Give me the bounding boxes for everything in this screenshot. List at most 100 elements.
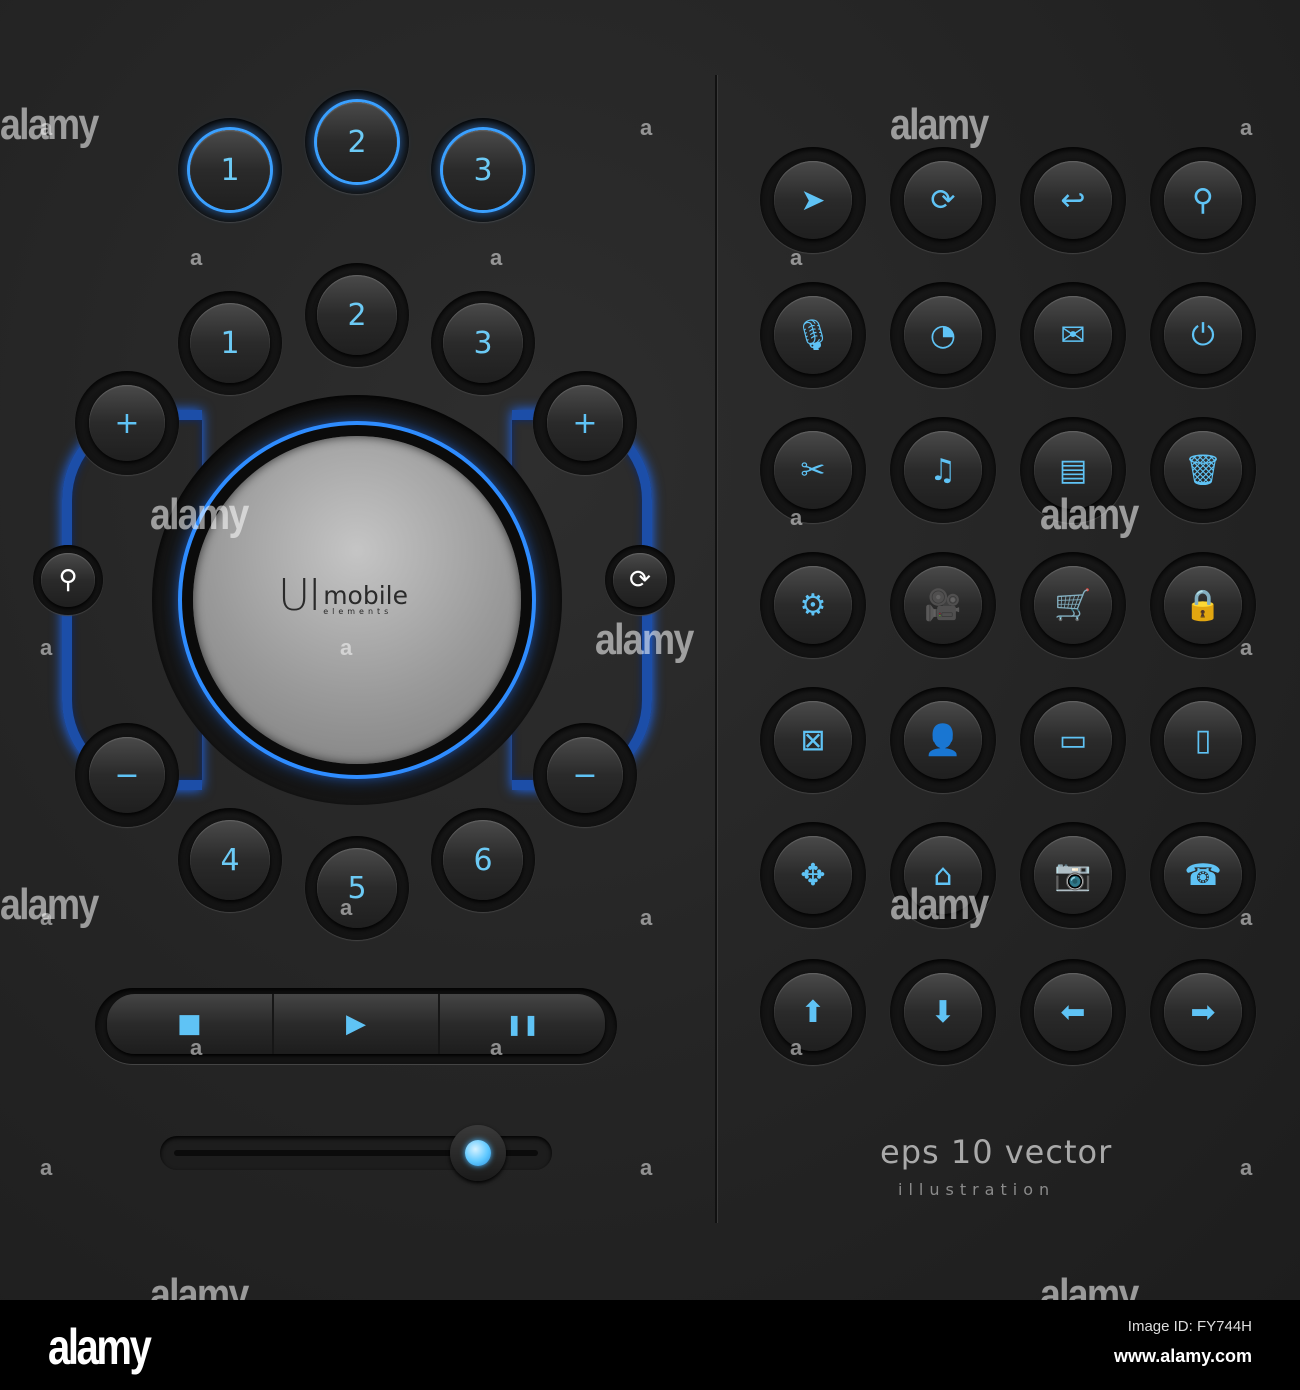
gear-button[interactable]: ⚙ bbox=[760, 552, 866, 658]
music-button[interactable]: ♫ bbox=[890, 417, 996, 523]
zoom-out-minus-button[interactable]: − bbox=[75, 723, 179, 827]
watermark-mark: a bbox=[190, 1035, 203, 1060]
watermark-text: alamy bbox=[595, 615, 694, 664]
arrow-left-button[interactable]: ⬅ bbox=[1020, 959, 1126, 1065]
arrow-down-button-face: ⬇ bbox=[904, 973, 982, 1051]
undo-button[interactable]: ↩ bbox=[1020, 147, 1126, 253]
microphone-button[interactable]: 🎙 bbox=[760, 282, 866, 388]
search-button-face: ⚲ bbox=[41, 553, 95, 607]
watermark-text: alamy bbox=[1040, 490, 1139, 539]
number-6-key-label: 6 bbox=[473, 842, 493, 878]
mail-icon: ✉ bbox=[1060, 317, 1086, 353]
zoom-out-minus-icon: − bbox=[572, 757, 598, 793]
watermark-mark: a bbox=[640, 115, 653, 140]
power-button[interactable]: ⏻ bbox=[1150, 282, 1256, 388]
video-camera-button[interactable]: 🎥 bbox=[890, 552, 996, 658]
number-5-key-face: 5 bbox=[317, 848, 397, 928]
move-icon: ✥ bbox=[800, 857, 826, 893]
arrow-right-button[interactable]: ➡ bbox=[1150, 959, 1256, 1065]
gear-button-face: ⚙ bbox=[774, 566, 852, 644]
number-3-glow-button-label[interactable]: 3 bbox=[431, 118, 535, 222]
camera-button[interactable]: 📷 bbox=[1020, 822, 1126, 928]
fullscreen-button-face: ⊠ bbox=[774, 701, 852, 779]
undo-button-face: ↩ bbox=[1034, 161, 1112, 239]
number-1-key[interactable]: 1 bbox=[178, 291, 282, 395]
pause-button[interactable]: ❚❚ bbox=[440, 994, 605, 1054]
zoom-out-minus-button-face: − bbox=[89, 737, 165, 813]
fullscreen-button[interactable]: ⊠ bbox=[760, 687, 866, 793]
user-icon: 👤 bbox=[924, 722, 962, 758]
battery-button[interactable]: ▭ bbox=[1020, 687, 1126, 793]
document-icon: ▤ bbox=[1058, 452, 1088, 488]
number-3-glow-button-label-face: 3 bbox=[443, 130, 523, 210]
watermark-mark: a bbox=[490, 245, 503, 270]
refresh-button[interactable]: ⟳ bbox=[890, 147, 996, 253]
refresh-button-face: ⟳ bbox=[613, 553, 667, 607]
logo-ui: UI bbox=[278, 570, 321, 621]
cart-icon: 🛒 bbox=[1054, 587, 1092, 623]
number-6-key[interactable]: 6 bbox=[431, 808, 535, 912]
number-label: 2 bbox=[347, 124, 367, 160]
trash-button[interactable]: 🗑 bbox=[1150, 417, 1256, 523]
number-1-key-face: 1 bbox=[190, 303, 270, 383]
trash-icon: 🗑 bbox=[1183, 452, 1223, 488]
zoom-out-minus-button[interactable]: − bbox=[533, 723, 637, 827]
microphone-button-face: 🎙 bbox=[774, 296, 852, 374]
power-icon: ⏻ bbox=[1191, 317, 1215, 353]
phone-mobile-icon: ▯ bbox=[1194, 722, 1212, 758]
search-button[interactable]: ⚲ bbox=[1150, 147, 1256, 253]
phone-mobile-button[interactable]: ▯ bbox=[1150, 687, 1256, 793]
arrow-left-icon: ⬅ bbox=[1060, 994, 1086, 1030]
volume-slider[interactable] bbox=[160, 1125, 552, 1181]
watermark-mark: a bbox=[40, 905, 53, 930]
tools-button[interactable]: ✂ bbox=[760, 417, 866, 523]
play-button[interactable]: ▶ bbox=[274, 994, 441, 1054]
center-dial[interactable]: UI mobile elements bbox=[152, 395, 562, 805]
cart-button[interactable]: 🛒 bbox=[1020, 552, 1126, 658]
watermark-mark: a bbox=[640, 905, 653, 930]
watermark-mark: a bbox=[1240, 905, 1253, 930]
number-2-key[interactable]: 2 bbox=[305, 263, 409, 367]
refresh-button[interactable]: ⟳ bbox=[605, 545, 675, 615]
music-button-face: ♫ bbox=[904, 431, 982, 509]
number-1-glow-button-label[interactable]: 1 bbox=[178, 118, 282, 222]
search-icon: ⚲ bbox=[58, 565, 78, 595]
number-5-key[interactable]: 5 bbox=[305, 836, 409, 940]
number-4-key[interactable]: 4 bbox=[178, 808, 282, 912]
number-label: 3 bbox=[473, 152, 493, 188]
zoom-in-plus-button[interactable]: + bbox=[533, 371, 637, 475]
arrow-down-button[interactable]: ⬇ bbox=[890, 959, 996, 1065]
move-button[interactable]: ✥ bbox=[760, 822, 866, 928]
number-3-key[interactable]: 3 bbox=[431, 291, 535, 395]
watermark-text: alamy bbox=[150, 490, 249, 539]
watermark-mark: a bbox=[40, 635, 53, 660]
user-button[interactable]: 👤 bbox=[890, 687, 996, 793]
center-button[interactable]: UI mobile elements bbox=[193, 436, 521, 764]
number-2-glow-button-label[interactable]: 2 bbox=[305, 90, 409, 194]
music-icon: ♫ bbox=[929, 452, 957, 488]
rss-button[interactable]: ◔ bbox=[890, 282, 996, 388]
refresh-icon: ⟳ bbox=[629, 565, 651, 595]
footer-logo: alamy bbox=[48, 1319, 152, 1375]
watermark-text: alamy bbox=[890, 100, 989, 149]
canvas: UI mobile elements 1 2 3 1 2 3 4 5 6 + + − − ⚲ ⟳ ■ ▶ ❚… bbox=[0, 0, 1300, 1319]
zoom-in-plus-button[interactable]: + bbox=[75, 371, 179, 475]
microphone-icon: 🎙 bbox=[793, 317, 833, 353]
watermark-mark: a bbox=[1240, 635, 1253, 660]
logo-sub: elements bbox=[323, 607, 393, 616]
rss-icon: ◔ bbox=[929, 317, 957, 353]
watermark-mark: a bbox=[40, 1155, 53, 1180]
camera-icon: 📷 bbox=[1054, 857, 1092, 893]
video-camera-icon: 🎥 bbox=[924, 587, 962, 623]
watermark-mark: a bbox=[340, 895, 353, 920]
number-6-key-face: 6 bbox=[443, 820, 523, 900]
zoom-in-plus-button-face: + bbox=[547, 385, 623, 461]
search-button[interactable]: ⚲ bbox=[33, 545, 103, 615]
cursor-button[interactable]: ➤ bbox=[760, 147, 866, 253]
arrow-up-button[interactable]: ⬆ bbox=[760, 959, 866, 1065]
hang-up-icon: ☎ bbox=[1184, 857, 1222, 893]
number-label: 1 bbox=[220, 152, 240, 188]
slider-thumb[interactable] bbox=[449, 1125, 506, 1181]
lock-button-face: 🔒 bbox=[1164, 566, 1242, 644]
mail-button[interactable]: ✉ bbox=[1020, 282, 1126, 388]
